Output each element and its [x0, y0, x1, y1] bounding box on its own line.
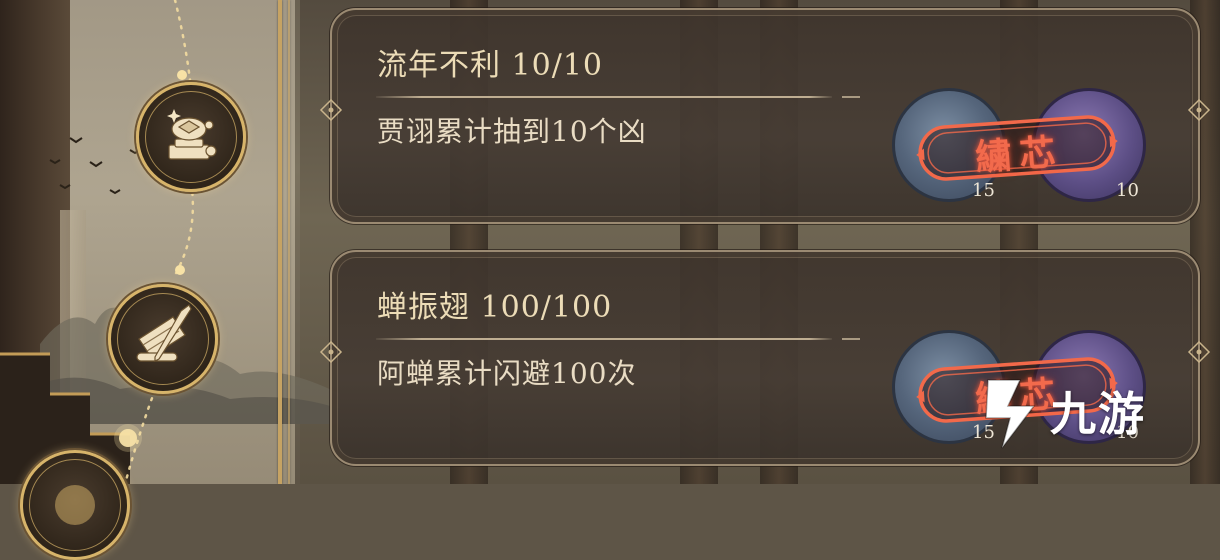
- 9game-watermark: 九游: [980, 372, 1200, 452]
- achievement-card[interactable]: 流年不利 10/10 贾诩累计抽到10个凶 15 10 繍芯: [319, 8, 1211, 224]
- turtle-shell-icon: [167, 109, 217, 160]
- achievement-timeline: [0, 0, 300, 560]
- stamp-text: 繍芯: [974, 130, 1065, 179]
- diamond-ornament-icon: [319, 340, 343, 364]
- card-divider-tail: [842, 338, 860, 340]
- achievement-medal-3[interactable]: [20, 450, 130, 560]
- scroll-brush-icon: [136, 304, 192, 362]
- card-divider: [376, 96, 832, 98]
- watermark-text: 九游: [1050, 387, 1146, 441]
- medal-icon: [55, 485, 95, 525]
- achievement-medal-1[interactable]: [136, 82, 246, 192]
- achievement-title: 蝉振翅 100/100: [377, 290, 613, 325]
- card-divider: [376, 338, 832, 340]
- reward-group[interactable]: 15 10 繍芯: [892, 80, 1162, 202]
- reward-count: 15: [972, 180, 995, 201]
- achievement-medal-2[interactable]: [108, 284, 218, 394]
- diamond-ornament-icon: [1187, 98, 1211, 122]
- achievement-description: 阿蝉累计闪避100次: [377, 357, 637, 390]
- achievement-title: 流年不利 10/10: [377, 48, 603, 83]
- diamond-ornament-icon: [1187, 340, 1211, 364]
- card-divider-tail: [842, 96, 860, 98]
- diamond-ornament-icon: [319, 98, 343, 122]
- reward-count: 10: [1116, 180, 1139, 201]
- timeline-path: [114, 0, 195, 484]
- 9game-logo-icon: [985, 379, 1036, 449]
- achievement-description: 贾诩累计抽到10个凶: [377, 115, 647, 148]
